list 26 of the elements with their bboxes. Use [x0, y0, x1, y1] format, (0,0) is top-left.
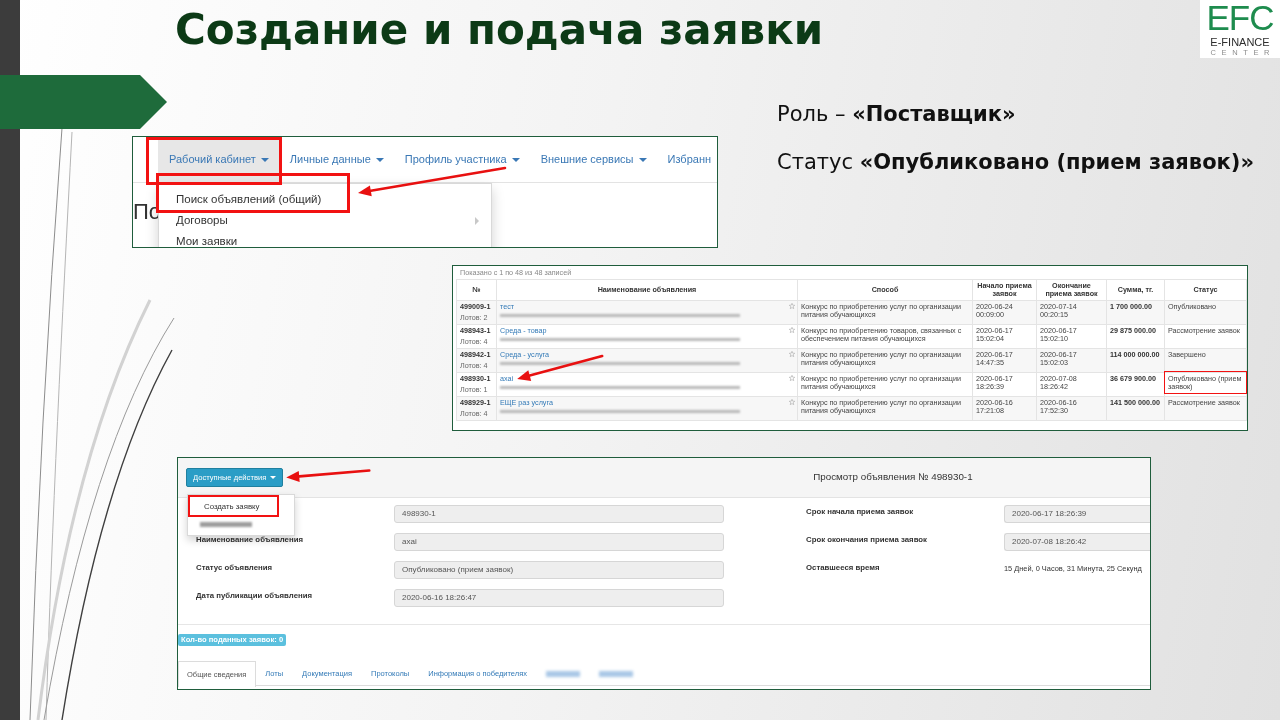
note-text: Роль – «Поставщик» — [777, 101, 1017, 127]
readonly-field[interactable]: Опубликовано (прием заявок) — [394, 561, 724, 579]
menu-item[interactable]: Договоры — [159, 210, 491, 231]
nav-menu-item[interactable]: Избранн — [656, 137, 717, 182]
logo-mark: EFC — [1206, 2, 1274, 34]
readonly-field[interactable]: 2020-07-08 18:26:42 — [1004, 533, 1150, 551]
readonly-field[interactable]: axai — [394, 533, 724, 551]
readonly-field[interactable]: 2020-06-17 18:26:39 — [1004, 505, 1150, 523]
star-icon[interactable] — [789, 303, 795, 309]
nav-menu-item[interactable]: Внешние сервисы — [529, 137, 657, 182]
slide-title: Создание и подача заявки — [175, 4, 824, 56]
star-icon[interactable] — [789, 375, 795, 381]
readonly-field[interactable]: 2020-06-16 18:26:47 — [394, 589, 724, 607]
menu-item[interactable]: Поиск объявлений (общий) — [159, 189, 334, 210]
nav-menu-item[interactable]: Личные данные — [278, 137, 394, 182]
star-icon[interactable] — [789, 327, 795, 333]
nav-menu-item[interactable]: Профиль участника — [393, 137, 530, 182]
star-icon[interactable] — [789, 399, 795, 405]
logo-name: E-FINANCE — [1210, 36, 1270, 48]
panel-title: Просмотр объявления № 498930-1 — [813, 470, 973, 485]
blurred-menu-item[interactable] — [200, 522, 252, 527]
menu-item[interactable]: Мои заявки — [159, 231, 250, 247]
readonly-field[interactable]: 498930-1 — [394, 505, 724, 523]
caret-icon — [270, 476, 277, 479]
note-text: Статус «Опубликовано (прием заявок)» — [777, 149, 1254, 175]
star-icon[interactable] — [789, 351, 795, 357]
